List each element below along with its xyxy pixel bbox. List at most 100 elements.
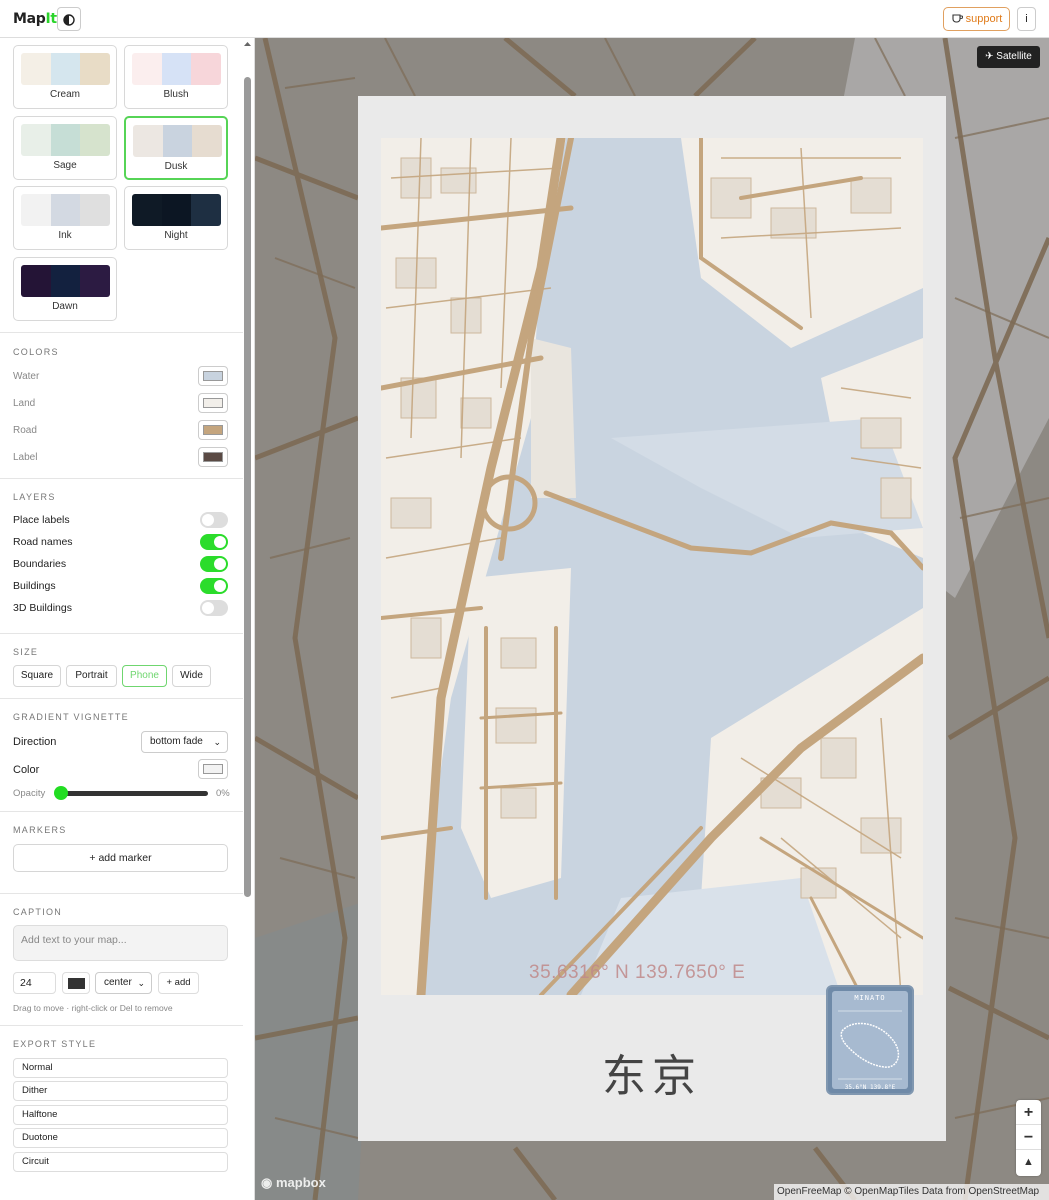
vignette-color-picker[interactable] (198, 759, 228, 779)
theme-swatch (191, 194, 221, 226)
scroll-up-arrow-icon[interactable] (243, 40, 252, 48)
theme-swatch (50, 124, 81, 156)
theme-toggle-button[interactable] (57, 7, 81, 31)
toggle-knob (202, 602, 214, 614)
top-bar: MapIt support i (0, 0, 1049, 38)
satellite-button[interactable]: ✈ Satellite (977, 46, 1040, 68)
theme-swatches (21, 124, 110, 156)
export-style-circuit[interactable]: Circuit (13, 1152, 228, 1172)
size-wide-button[interactable]: Wide (172, 665, 211, 687)
theme-swatch (21, 265, 51, 297)
size-phone-button[interactable]: Phone (122, 665, 167, 687)
theme-swatch (161, 53, 192, 85)
caption-font-size-input[interactable]: 24 (13, 972, 56, 994)
map-attribution[interactable]: OpenFreeMap © OpenMapTiles Data from Ope… (774, 1184, 1049, 1200)
zoom-controls: + − ▲ (1016, 1100, 1041, 1176)
theme-swatches (21, 194, 110, 226)
add-marker-button[interactable]: + add marker (13, 844, 228, 872)
color-picker-road[interactable] (198, 420, 228, 440)
layer-label: Boundaries (13, 558, 67, 570)
color-fill (203, 398, 223, 408)
color-picker-land[interactable] (198, 393, 228, 413)
layer-label: Buildings (13, 580, 56, 592)
theme-swatches (132, 194, 221, 226)
color-fill (203, 371, 223, 381)
export-style-halftone[interactable]: Halftone (13, 1105, 228, 1125)
theme-card-night[interactable]: Night (124, 186, 228, 250)
toggle-knob (214, 536, 226, 548)
vignette-color-label: Color (13, 764, 40, 776)
theme-card-blush[interactable]: Blush (124, 45, 228, 109)
zoom-in-button[interactable]: + (1016, 1100, 1041, 1125)
export-style-normal[interactable]: Normal (13, 1058, 228, 1078)
theme-card-ink[interactable]: Ink (13, 186, 117, 250)
compass-button[interactable]: ▲ (1016, 1150, 1041, 1175)
caption-add-button[interactable]: + add (158, 972, 199, 994)
color-label-label: Label (13, 452, 38, 463)
export-style-dither[interactable]: Dither (13, 1081, 228, 1101)
layer-toggle-place-labels[interactable] (200, 512, 228, 528)
theme-swatch (80, 265, 110, 297)
color-picker-label[interactable] (198, 447, 228, 467)
chevron-down-icon: ⌄ (213, 737, 221, 747)
caption-color-picker[interactable] (62, 972, 90, 994)
theme-swatch (50, 265, 81, 297)
theme-card-cream[interactable]: Cream (13, 45, 117, 109)
support-button[interactable]: support (943, 7, 1010, 31)
theme-card-dawn[interactable]: Dawn (13, 257, 117, 321)
color-label-water: Water (13, 371, 40, 382)
caption-hint: Drag to move · right-click or Del to rem… (13, 1003, 173, 1013)
info-button[interactable]: i (1017, 7, 1036, 31)
poster-map[interactable] (381, 138, 923, 995)
vignette-color-fill (203, 764, 223, 774)
poster-coordinates: 35.6316° N 139.7650° E (529, 962, 746, 983)
color-label-land: Land (13, 398, 36, 409)
toggle-knob (214, 558, 226, 570)
size-square-button[interactable]: Square (13, 665, 61, 687)
badge-title: MINATO (854, 994, 886, 1002)
caption-align-select[interactable]: center ⌄ (95, 972, 152, 994)
poster-map-artwork (381, 138, 923, 995)
direction-select[interactable]: bottom fade ⌄ (141, 731, 228, 753)
divider (0, 1025, 243, 1026)
layer-toggle-buildings[interactable] (200, 578, 228, 594)
theme-name: Night (164, 230, 188, 241)
layer-label: Place labels (13, 514, 70, 526)
color-picker-water[interactable] (198, 366, 228, 386)
opacity-slider-handle[interactable] (54, 786, 68, 800)
logo-accent: It (45, 11, 58, 27)
caption-textarea[interactable]: Add text to your map... (13, 925, 228, 961)
layer-toggle-road-names[interactable] (200, 534, 228, 550)
direction-value: bottom fade (150, 736, 203, 747)
opacity-slider-track[interactable] (60, 791, 208, 796)
badge-inner (832, 991, 908, 1089)
theme-swatch (133, 125, 163, 157)
export-style-duotone[interactable]: Duotone (13, 1128, 228, 1148)
theme-card-sage[interactable]: Sage (13, 116, 117, 180)
theme-swatch (21, 194, 51, 226)
theme-swatch (132, 53, 162, 85)
opacity-value: 0% (216, 788, 230, 799)
layer-toggle-boundaries[interactable] (200, 556, 228, 572)
theme-swatch (162, 125, 193, 157)
vignette-section-title: GRADIENT VIGNETTE (13, 712, 129, 722)
direction-label: Direction (13, 736, 57, 748)
district-badge[interactable]: MINATO 35.6°N 139.8°E (826, 985, 914, 1095)
theme-swatches (133, 125, 222, 157)
chevron-down-icon: ⌄ (137, 978, 145, 988)
mapbox-logo[interactable]: ◉ mapbox (261, 1175, 326, 1191)
sidebar-scrollbar[interactable] (244, 77, 251, 897)
theme-card-dusk[interactable]: Dusk (124, 116, 228, 180)
theme-name: Dawn (52, 301, 78, 312)
size-portrait-button[interactable]: Portrait (66, 665, 117, 687)
caption-color-fill (68, 978, 85, 989)
district-outline-icon (838, 1010, 902, 1080)
colors-section-title: COLORS (13, 347, 59, 357)
theme-swatch (50, 53, 81, 85)
toggle-knob (214, 580, 226, 592)
theme-swatch (191, 53, 221, 85)
zoom-out-button[interactable]: − (1016, 1125, 1041, 1150)
layer-toggle-3d-buildings[interactable] (200, 600, 228, 616)
app-logo[interactable]: MapIt (13, 11, 57, 27)
theme-swatch (161, 194, 192, 226)
